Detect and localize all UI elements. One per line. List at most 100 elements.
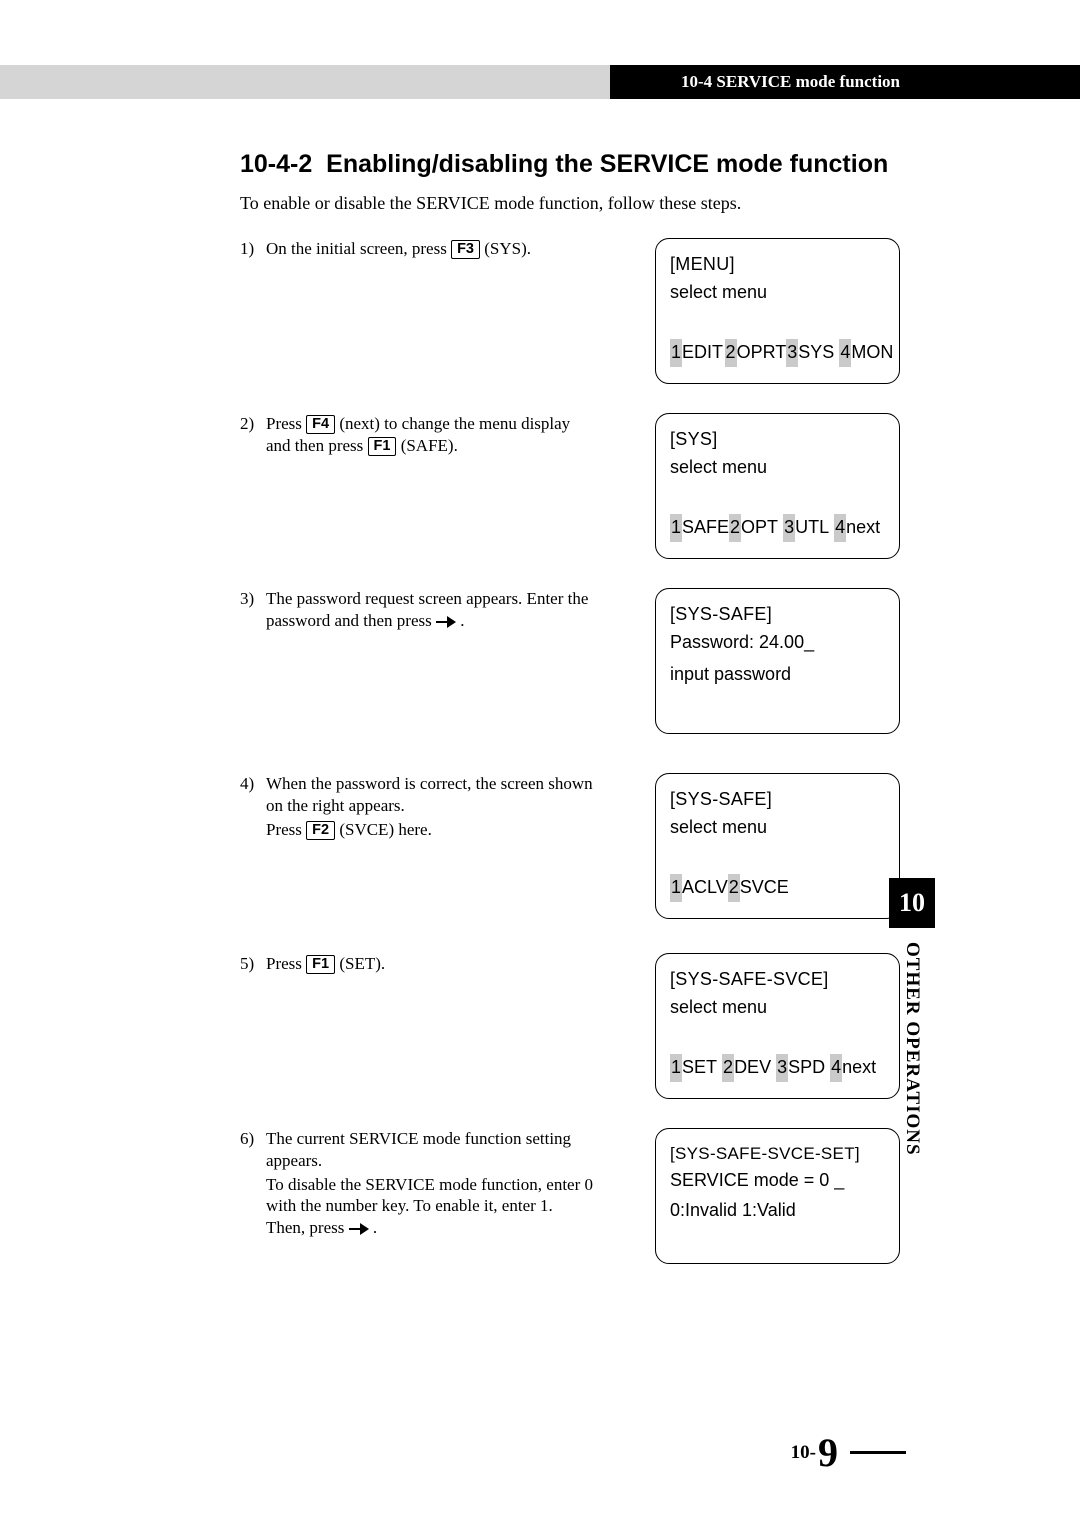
menu-num: 3 bbox=[786, 339, 798, 367]
chapter-number-tab: 10 bbox=[889, 878, 935, 928]
key-f1: F1 bbox=[306, 955, 335, 974]
menu-label: SYS bbox=[798, 342, 834, 362]
step-4-body: When the password is correct, the screen… bbox=[266, 773, 595, 840]
step-4-num: 4) bbox=[240, 773, 266, 840]
step-1-num: 1) bbox=[240, 238, 266, 260]
step-3-text-a: The password request screen appears. Ent… bbox=[266, 589, 588, 630]
step-6-text-2b: . bbox=[369, 1218, 378, 1237]
menu-num: 4 bbox=[830, 1054, 842, 1082]
step-1-text-b: (SYS). bbox=[480, 239, 531, 258]
intro-text: To enable or disable the SERVICE mode fu… bbox=[240, 193, 900, 214]
menu-num: 4 bbox=[834, 514, 846, 542]
menu-label: OPRT bbox=[737, 342, 787, 362]
header-bar: 10-4 SERVICE mode function bbox=[0, 65, 1080, 99]
menu-num: 1 bbox=[670, 339, 682, 367]
menu-num: 1 bbox=[670, 1054, 682, 1082]
key-f1: F1 bbox=[368, 437, 397, 456]
step-3: 3) The password request screen appears. … bbox=[240, 588, 900, 763]
page-footer: 10-9 bbox=[791, 1429, 906, 1476]
step-4-text-2a: Press bbox=[266, 820, 306, 839]
menu-label: SVCE bbox=[740, 877, 789, 897]
enter-arrow-icon bbox=[436, 615, 456, 629]
step-6-text-2a: To disable the SERVICE mode function, en… bbox=[266, 1175, 593, 1238]
menu-label: DEV bbox=[734, 1057, 771, 1077]
step-5-text-b: (SET). bbox=[335, 954, 385, 973]
screen-3-l2: Password: 24.00_ bbox=[670, 629, 885, 657]
enter-arrow-icon bbox=[349, 1222, 369, 1236]
step-2-body: Press F4 (next) to change the menu displ… bbox=[266, 413, 595, 457]
screen-5-menu: 1SET 2DEV 3SPD 4next bbox=[670, 1054, 885, 1082]
step-6-text-1: The current SERVICE mode function settin… bbox=[266, 1128, 595, 1172]
screen-1-sub: select menu bbox=[670, 279, 885, 307]
header-left-spacer bbox=[0, 65, 610, 99]
screen-sys-safe-svce-set: [SYS-SAFE-SVCE-SET] SERVICE mode = 0 _ 0… bbox=[655, 1128, 900, 1264]
screen-4-sub: select menu bbox=[670, 814, 885, 842]
step-2-num: 2) bbox=[240, 413, 266, 457]
screen-3-title: [SYS-SAFE] bbox=[670, 601, 885, 629]
chapter-name-vertical: OTHER OPERATIONS bbox=[901, 942, 923, 1156]
menu-label: SAFE bbox=[682, 517, 729, 537]
screen-menu: [MENU] select menu 1EDIT 2OPRT3SYS 4MON bbox=[655, 238, 900, 384]
menu-num: 1 bbox=[670, 874, 682, 902]
content-area: 10-4-2 Enabling/disabling the SERVICE mo… bbox=[240, 150, 900, 1293]
screen-6-l3: 0:Invalid 1:Valid bbox=[670, 1197, 885, 1225]
menu-label: SET bbox=[682, 1057, 717, 1077]
menu-label: SPD bbox=[788, 1057, 825, 1077]
step-5-num: 5) bbox=[240, 953, 266, 975]
step-3-body: The password request screen appears. Ent… bbox=[266, 588, 595, 632]
menu-num: 1 bbox=[670, 514, 682, 542]
page-number: 9 bbox=[818, 1429, 838, 1476]
step-2-text-c: (SAFE). bbox=[396, 436, 457, 455]
menu-num: 3 bbox=[783, 514, 795, 542]
step-4-text-1: When the password is correct, the screen… bbox=[266, 773, 595, 817]
screen-1-title: [MENU] bbox=[670, 251, 885, 279]
step-6-num: 6) bbox=[240, 1128, 266, 1239]
step-3-num: 3) bbox=[240, 588, 266, 632]
step-5-text-a: Press bbox=[266, 954, 306, 973]
screen-3-l3: input password bbox=[670, 661, 885, 689]
menu-num: 2 bbox=[725, 339, 737, 367]
step-1-text-a: On the initial screen, press bbox=[266, 239, 451, 258]
screen-4-title: [SYS-SAFE] bbox=[670, 786, 885, 814]
menu-num: 2 bbox=[722, 1054, 734, 1082]
section-number: 10-4-2 bbox=[240, 150, 312, 178]
screen-sys-safe: [SYS-SAFE] select menu 1ACLV2SVCE bbox=[655, 773, 900, 919]
step-1-body: On the initial screen, press F3 (SYS). bbox=[266, 238, 595, 260]
step-2-text-a: Press bbox=[266, 414, 306, 433]
menu-label: UTL bbox=[795, 517, 829, 537]
step-2: 2) Press F4 (next) to change the menu di… bbox=[240, 413, 900, 578]
menu-num: 2 bbox=[729, 514, 741, 542]
menu-num: 3 bbox=[776, 1054, 788, 1082]
menu-label: ACLV bbox=[682, 877, 728, 897]
screen-sys-safe-svce: [SYS-SAFE-SVCE] select menu 1SET 2DEV 3S… bbox=[655, 953, 900, 1099]
menu-num: 2 bbox=[728, 874, 740, 902]
step-6-body: The current SERVICE mode function settin… bbox=[266, 1128, 595, 1239]
menu-label: next bbox=[842, 1057, 876, 1077]
screen-1-menu: 1EDIT 2OPRT3SYS 4MON bbox=[670, 339, 885, 367]
footer-line bbox=[850, 1451, 906, 1454]
step-1: 1) On the initial screen, press F3 (SYS)… bbox=[240, 238, 900, 403]
menu-label: OPT bbox=[741, 517, 778, 537]
section-title: Enabling/disabling the SERVICE mode func… bbox=[326, 150, 888, 178]
screen-6-l2: SERVICE mode = 0 _ bbox=[670, 1167, 885, 1195]
screen-5-title: [SYS-SAFE-SVCE] bbox=[670, 966, 885, 994]
screen-2-title: [SYS] bbox=[670, 426, 885, 454]
screen-sys-safe-pw: [SYS-SAFE] Password: 24.00_ input passwo… bbox=[655, 588, 900, 734]
step-5-body: Press F1 (SET). bbox=[266, 953, 595, 975]
step-6: 6) The current SERVICE mode function set… bbox=[240, 1128, 900, 1283]
screen-2-sub: select menu bbox=[670, 454, 885, 482]
menu-label: next bbox=[846, 517, 880, 537]
menu-label: EDIT bbox=[682, 342, 723, 362]
screen-6-title: [SYS-SAFE-SVCE-SET] bbox=[670, 1141, 885, 1167]
screen-5-sub: select menu bbox=[670, 994, 885, 1022]
menu-label: MON bbox=[851, 342, 893, 362]
step-4: 4) When the password is correct, the scr… bbox=[240, 773, 900, 943]
thumb-tab: 10 OTHER OPERATIONS bbox=[889, 878, 935, 1156]
step-5: 5) Press F1 (SET). [SYS-SAFE-SVCE] selec… bbox=[240, 953, 900, 1118]
header-section-title: 10-4 SERVICE mode function bbox=[610, 65, 1080, 99]
section-heading: 10-4-2 Enabling/disabling the SERVICE mo… bbox=[240, 150, 900, 179]
menu-num: 4 bbox=[839, 339, 851, 367]
screen-sys: [SYS] select menu 1SAFE2OPT 3UTL 4next bbox=[655, 413, 900, 559]
key-f2: F2 bbox=[306, 821, 335, 840]
step-4-text-2b: (SVCE) here. bbox=[335, 820, 432, 839]
